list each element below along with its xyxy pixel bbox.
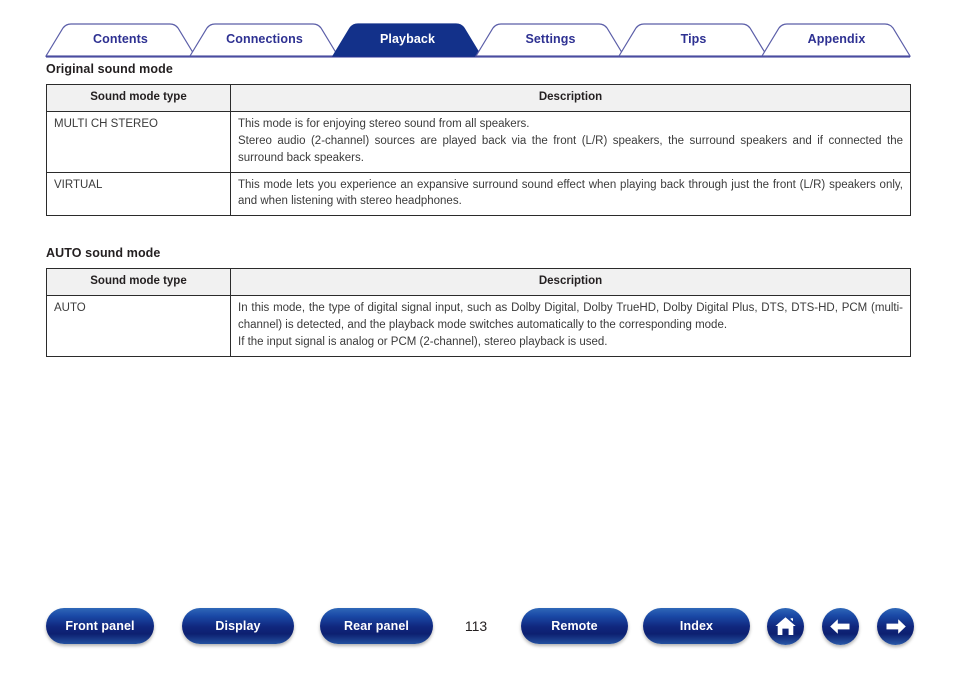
table-auto-sound-mode: Sound mode type Description AUTO In this… (46, 268, 911, 357)
table-original-sound-mode: Sound mode type Description MULTI CH STE… (46, 84, 911, 217)
description-line: If the input signal is analog or PCM (2-… (238, 336, 608, 349)
tab-contents[interactable]: Contents (65, 22, 176, 56)
column-header-sound-mode-type: Sound mode type (46, 268, 231, 297)
cell-description: This mode lets you experience an expansi… (230, 171, 911, 217)
remote-button[interactable]: Remote (521, 608, 628, 644)
section-original-sound-mode: Original sound mode Sound mode type Desc… (46, 62, 911, 217)
tab-settings[interactable]: Settings (495, 22, 606, 56)
front-panel-button[interactable]: Front panel (46, 608, 154, 644)
tab-tips[interactable]: Tips (638, 22, 749, 56)
description-line: This mode is for enjoying stereo sound f… (238, 117, 530, 130)
table-row: AUTO In this mode, the type of digital s… (46, 295, 911, 357)
column-header-description: Description (230, 268, 911, 297)
index-button[interactable]: Index (643, 608, 750, 644)
arrow-right-icon (886, 619, 906, 634)
forward-button[interactable] (877, 608, 914, 645)
rear-panel-button[interactable]: Rear panel (320, 608, 433, 644)
tab-appendix[interactable]: Appendix (781, 22, 892, 56)
section-title-original: Original sound mode (46, 62, 173, 76)
column-header-description: Description (230, 84, 911, 112)
cell-sound-mode-type: VIRTUAL (46, 171, 231, 217)
cell-sound-mode-type: AUTO (46, 295, 231, 357)
cell-description: In this mode, the type of digital signal… (230, 295, 911, 357)
cell-description: This mode is for enjoying stereo sound f… (230, 110, 911, 173)
column-header-sound-mode-type: Sound mode type (46, 84, 231, 112)
section-auto-sound-mode: AUTO sound mode Sound mode type Descript… (46, 246, 911, 357)
main-tab-bar: Contents Connections Playback Settings T… (0, 22, 954, 58)
description-line: Stereo audio (2-channel) sources are pla… (238, 134, 903, 164)
description-line: This mode lets you experience an expansi… (238, 178, 903, 208)
section-title-auto: AUTO sound mode (46, 246, 161, 261)
display-button[interactable]: Display (182, 608, 294, 644)
page-number: 113 (464, 618, 488, 634)
home-icon (775, 617, 796, 635)
tab-playback[interactable]: Playback (352, 22, 463, 56)
description-line: In this mode, the type of digital signal… (238, 302, 903, 332)
arrow-left-icon (830, 619, 850, 634)
home-button[interactable] (767, 608, 804, 645)
table-header-row: Sound mode type Description (46, 84, 911, 112)
table-row: VIRTUAL This mode lets you experience an… (46, 171, 911, 217)
back-button[interactable] (822, 608, 859, 645)
table-header-row: Sound mode type Description (46, 268, 911, 297)
cell-sound-mode-type: MULTI CH STEREO (46, 110, 231, 173)
tab-connections[interactable]: Connections (209, 22, 320, 56)
table-row: MULTI CH STEREO This mode is for enjoyin… (46, 110, 911, 173)
page-content: Original sound mode Sound mode type Desc… (46, 62, 911, 357)
footer-toolbar: Front panel Display Rear panel 113 Remot… (0, 608, 954, 653)
